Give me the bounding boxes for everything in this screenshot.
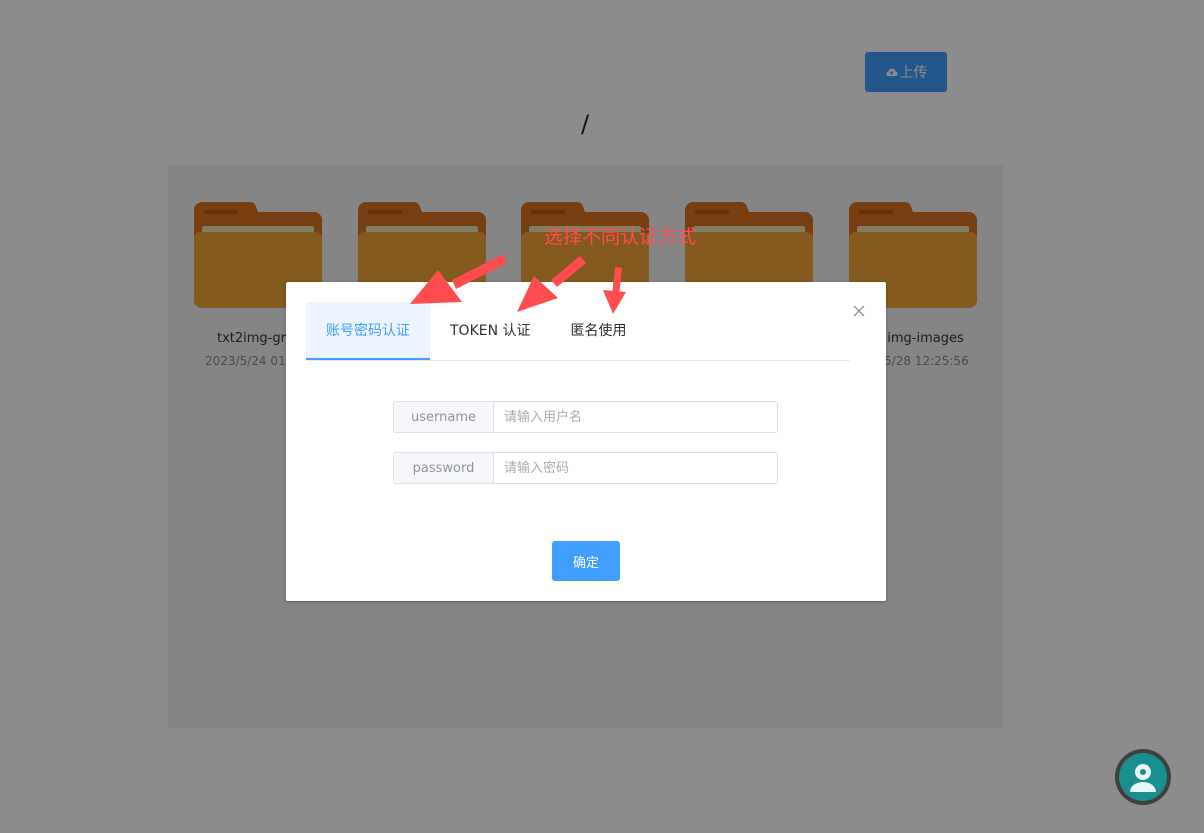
assistant-avatar-icon xyxy=(1119,753,1167,801)
password-input[interactable] xyxy=(493,452,778,484)
auth-tabs: 账号密码认证 TOKEN 认证 匿名使用 xyxy=(306,302,850,361)
close-button[interactable] xyxy=(852,304,866,318)
page: 上传 / txt2img-gri 2023/5/24 01:0 2img-ima… xyxy=(0,0,1204,833)
assistant-button[interactable] xyxy=(1115,749,1171,805)
username-label: username xyxy=(393,401,493,433)
username-field: username xyxy=(393,401,778,433)
annotation-text: 选择不同认证方式 xyxy=(544,226,697,248)
username-input[interactable] xyxy=(493,401,778,433)
tab-password-auth[interactable]: 账号密码认证 xyxy=(306,302,430,360)
close-icon xyxy=(853,305,865,317)
confirm-button[interactable]: 确定 xyxy=(552,541,620,581)
password-field: password xyxy=(393,452,778,484)
tab-anonymous[interactable]: 匿名使用 xyxy=(551,302,647,358)
tab-token-auth[interactable]: TOKEN 认证 xyxy=(430,302,551,358)
password-label: password xyxy=(393,452,493,484)
auth-dialog: 账号密码认证 TOKEN 认证 匿名使用 username password 确… xyxy=(286,282,886,601)
